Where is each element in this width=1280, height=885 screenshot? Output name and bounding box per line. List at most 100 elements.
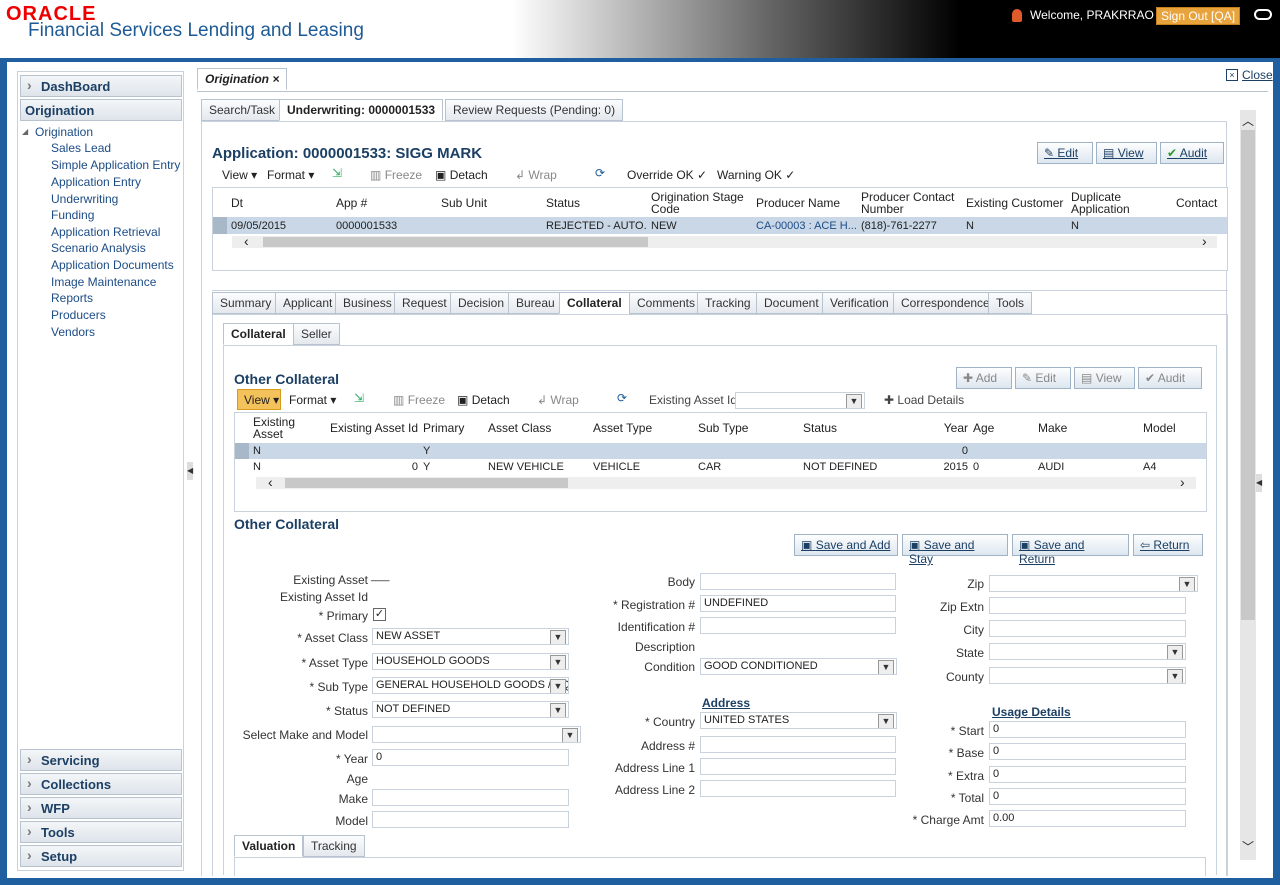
make-input[interactable] xyxy=(372,789,569,806)
col-existing-customer[interactable]: Existing Customer xyxy=(966,197,1063,209)
make-model-select[interactable] xyxy=(372,726,581,743)
scroll-down-icon[interactable]: ﹀ xyxy=(1242,838,1254,855)
tree-collapse-icon[interactable]: ◢ xyxy=(22,127,28,136)
col-sub-unit[interactable]: Sub Unit xyxy=(441,197,487,209)
menu-tools[interactable]: Tools xyxy=(20,821,182,843)
state-select[interactable] xyxy=(989,643,1186,660)
col-producer-name[interactable]: Producer Name xyxy=(756,197,840,209)
collateral-view-menu[interactable]: View ▾ xyxy=(244,393,279,407)
save-and-return-button[interactable]: ▣ Save and Return xyxy=(1012,534,1129,566)
welcome-menu[interactable]: Welcome, PRAKRRAO ▾ xyxy=(1030,8,1163,22)
zip-select[interactable] xyxy=(989,575,1198,592)
col-duplicate-app[interactable]: Duplicate Application xyxy=(1071,191,1161,215)
scroll-right-icon[interactable]: › xyxy=(1202,233,1207,249)
menu-collections[interactable]: Collections xyxy=(20,773,182,795)
menu-wfp[interactable]: WFP xyxy=(20,797,182,819)
country-select[interactable]: UNITED STATES xyxy=(700,712,897,729)
tab-request[interactable]: Request xyxy=(394,292,455,314)
existing-asset-id-select[interactable] xyxy=(735,392,865,409)
collateral-row-1[interactable] xyxy=(235,443,1206,459)
extra-input[interactable]: 0 xyxy=(989,766,1186,783)
detach-button[interactable]: ▣ Detach xyxy=(435,168,488,182)
ccol-primary[interactable]: Primary xyxy=(423,422,464,434)
sign-out-button[interactable]: Sign Out [QA] xyxy=(1156,7,1241,25)
start-input[interactable]: 0 xyxy=(989,721,1186,738)
sidebar-item-scenario-analysis[interactable]: Scenario Analysis xyxy=(51,241,146,255)
sidebar-item-funding[interactable]: Funding xyxy=(51,208,94,222)
collateral-freeze-button[interactable]: ▥ Freeze xyxy=(393,393,445,407)
base-input[interactable]: 0 xyxy=(989,743,1186,760)
col-status[interactable]: Status xyxy=(546,197,580,209)
override-ok-button[interactable]: Override OK ✓ xyxy=(627,168,707,182)
collateral-grid-hscroll-thumb[interactable] xyxy=(285,478,568,488)
collapse-sidebar-handle[interactable]: ◀ xyxy=(187,462,193,480)
tab-document[interactable]: Document xyxy=(756,292,827,314)
main-scrollbar-thumb[interactable] xyxy=(1241,130,1255,620)
ccol-make[interactable]: Make xyxy=(1038,422,1067,434)
col-producer-contact[interactable]: Producer Contact Number xyxy=(861,191,961,215)
collateral-export-icon[interactable]: ⇲ xyxy=(354,391,364,405)
sidebar-item-image-maintenance[interactable]: Image Maintenance xyxy=(51,275,156,289)
sidebar-item-simple-application-entry[interactable]: Simple Application Entry xyxy=(51,158,180,172)
row-selector[interactable] xyxy=(213,217,227,234)
app-audit-button[interactable]: ✔ Audit xyxy=(1160,142,1224,164)
address-line1-input[interactable] xyxy=(700,758,896,775)
scroll-right-icon[interactable]: › xyxy=(1180,474,1185,490)
tab-valuation[interactable]: Valuation xyxy=(234,835,304,857)
sidebar-item-underwriting[interactable]: Underwriting xyxy=(51,192,118,206)
tab-seller[interactable]: Seller xyxy=(293,323,340,345)
tab-origination[interactable]: Origination × xyxy=(197,68,288,90)
col-app-no[interactable]: App # xyxy=(336,197,367,209)
collateral-format-menu[interactable]: Format ▾ xyxy=(289,393,336,407)
close-link[interactable]: Close xyxy=(1242,68,1273,82)
menu-origination[interactable]: Origination xyxy=(20,99,182,121)
body-input[interactable] xyxy=(700,573,896,590)
save-and-add-button[interactable]: ▣ Save and Add xyxy=(794,534,898,556)
return-button[interactable]: ⇦ Return xyxy=(1133,534,1203,556)
app-view-button[interactable]: ▤ View xyxy=(1096,142,1157,164)
tab-collateral[interactable]: Collateral xyxy=(559,292,630,314)
ccol-asset-class[interactable]: Asset Class xyxy=(488,422,551,434)
sidebar-item-sales-lead[interactable]: Sales Lead xyxy=(51,141,111,155)
ccol-model[interactable]: Model xyxy=(1143,422,1176,434)
load-details-button[interactable]: ✚ Load Details xyxy=(884,393,964,407)
address-no-input[interactable] xyxy=(700,736,896,753)
freeze-button[interactable]: ▥ Freeze xyxy=(370,168,422,182)
identification-input[interactable] xyxy=(700,617,896,634)
registration-input[interactable]: UNDEFINED xyxy=(700,595,896,612)
sidebar-item-reports[interactable]: Reports xyxy=(51,291,93,305)
condition-select[interactable]: GOOD CONDITIONED xyxy=(700,658,897,675)
subtab-search-task[interactable]: Search/Task xyxy=(201,99,284,121)
ccol-existing-asset-id[interactable]: Existing Asset Id xyxy=(318,422,418,434)
total-input[interactable]: 0 xyxy=(989,788,1186,805)
scroll-up-icon[interactable]: ︿ xyxy=(1242,112,1254,129)
ccol-asset-type[interactable]: Asset Type xyxy=(593,422,652,434)
scroll-left-icon[interactable]: ‹ xyxy=(244,233,249,249)
sidebar-item-producers[interactable]: Producers xyxy=(51,308,106,322)
tab-tracking-bottom[interactable]: Tracking xyxy=(303,835,365,857)
view-menu[interactable]: View ▾ xyxy=(222,168,257,182)
format-menu[interactable]: Format ▾ xyxy=(267,168,314,182)
city-input[interactable] xyxy=(989,620,1186,637)
menu-dashboard[interactable]: DashBoard xyxy=(20,75,182,97)
tab-correspondence[interactable]: Correspondence xyxy=(893,292,998,314)
wrap-button[interactable]: ↲ Wrap xyxy=(515,168,557,182)
refresh-icon[interactable]: ⟳ xyxy=(595,166,605,180)
tab-tracking[interactable]: Tracking xyxy=(697,292,759,314)
save-and-stay-button[interactable]: ▣ Save and Stay xyxy=(902,534,1008,566)
expand-right-handle[interactable]: ◀ xyxy=(1256,474,1262,492)
year-input[interactable]: 0 xyxy=(372,749,569,766)
tab-tools[interactable]: Tools xyxy=(988,292,1033,314)
sidebar-item-application-entry[interactable]: Application Entry xyxy=(51,175,141,189)
tab-comments[interactable]: Comments xyxy=(629,292,704,314)
scroll-left-icon[interactable]: ‹ xyxy=(268,474,273,490)
menu-servicing[interactable]: Servicing xyxy=(20,749,182,771)
subtab-underwriting[interactable]: Underwriting: 0000001533 xyxy=(279,99,444,121)
asset-class-select[interactable]: NEW ASSET xyxy=(372,628,569,645)
collateral-audit-button[interactable]: ✔ Audit xyxy=(1138,367,1202,389)
menu-setup[interactable]: Setup xyxy=(20,845,182,867)
tab-summary[interactable]: Summary xyxy=(212,292,280,314)
app-edit-button[interactable]: ✎ Edit xyxy=(1037,142,1093,164)
collateral-add-button[interactable]: ✚ Add xyxy=(956,367,1012,389)
col-dt[interactable]: Dt xyxy=(231,197,243,209)
